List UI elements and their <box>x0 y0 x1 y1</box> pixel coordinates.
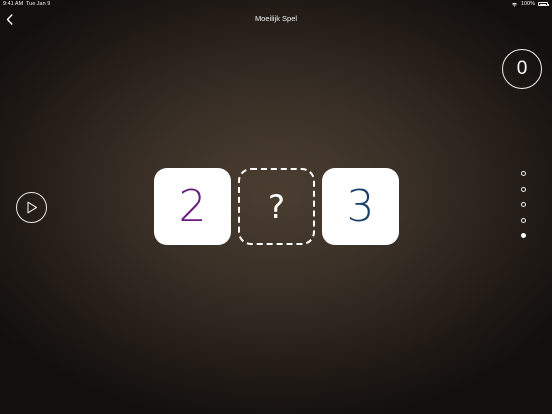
play-button[interactable] <box>16 192 47 223</box>
status-time: 9:41 AM <box>3 1 24 7</box>
number-right: 3 <box>346 180 375 232</box>
battery-percentage: 100% <box>520 1 535 7</box>
page-dot[interactable] <box>521 202 526 207</box>
number-tile-right: 3 <box>322 168 399 245</box>
page-dot[interactable] <box>521 171 526 176</box>
number-left: 2 <box>178 180 207 232</box>
page-title: Moeilijk Spel <box>254 14 298 23</box>
status-right: 100% <box>511 1 549 7</box>
play-icon <box>26 201 37 214</box>
page-dot[interactable] <box>521 233 526 238</box>
question-mark: ? <box>268 187 285 226</box>
number-tile-left: 2 <box>154 168 231 245</box>
page-dot[interactable] <box>521 217 526 223</box>
status-date: Tue Jan 9 <box>26 1 51 7</box>
battery-icon <box>538 2 549 6</box>
page-indicator <box>519 171 528 238</box>
score-counter[interactable]: 0 <box>502 49 542 89</box>
missing-number-slot[interactable]: ? <box>238 168 315 245</box>
status-bar: 9:41 AM Tue Jan 9 100% <box>0 0 552 10</box>
page-dot[interactable] <box>521 186 526 192</box>
wifi-icon <box>511 2 518 7</box>
